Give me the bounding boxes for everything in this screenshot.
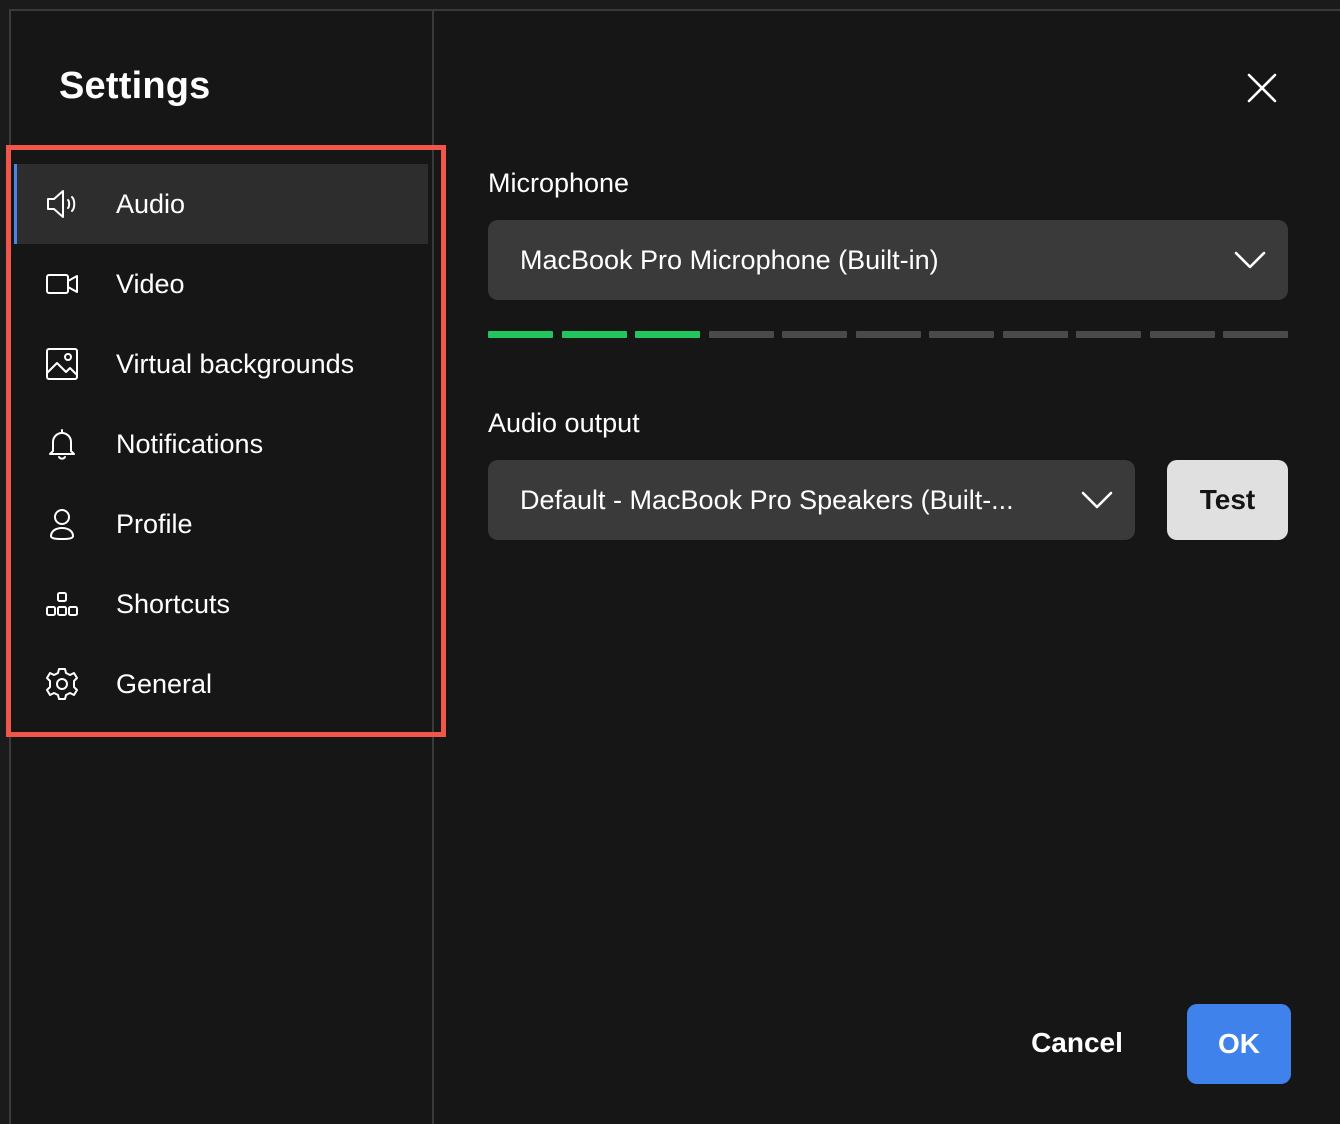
- sidebar-item-shortcuts[interactable]: Shortcuts: [14, 564, 428, 644]
- level-meter-segment: [1149, 331, 1215, 338]
- microphone-level-meter: [488, 331, 1288, 339]
- chevron-down-icon: [1080, 490, 1114, 510]
- level-meter-segment: [929, 331, 994, 338]
- sidebar-item-audio[interactable]: Audio: [14, 164, 428, 244]
- audio-output-label: Audio output: [488, 408, 640, 438]
- sidebar-item-video[interactable]: Video: [14, 244, 428, 324]
- shortcuts-icon: [44, 586, 80, 622]
- speaker-icon: [44, 186, 80, 222]
- gear-icon: [44, 666, 80, 702]
- sidebar-item-label: Audio: [116, 188, 186, 219]
- cancel-button[interactable]: Cancel: [1019, 1011, 1135, 1075]
- level-meter-segment: [1076, 331, 1141, 338]
- ok-button[interactable]: OK: [1187, 1004, 1291, 1084]
- sidebar-item-label: General: [116, 668, 213, 699]
- sidebar-item-profile[interactable]: Profile: [14, 484, 428, 564]
- sidebar-item-general[interactable]: General: [14, 644, 428, 724]
- close-icon: [1247, 73, 1277, 103]
- level-meter-segment: [855, 331, 921, 338]
- settings-sidebar: Settings Audio Video Virtual backgrounds: [6, 11, 446, 1124]
- test-audio-button[interactable]: Test: [1167, 460, 1288, 540]
- sidebar-item-label: Video: [116, 268, 185, 299]
- level-meter-segment: [1002, 331, 1068, 338]
- audio-output-selected-value: Default - MacBook Pro Speakers (Built-..…: [520, 484, 1014, 515]
- dialog-title: Settings: [59, 65, 211, 107]
- microphone-selected-value: MacBook Pro Microphone (Built-in): [520, 244, 939, 275]
- sidebar-item-notifications[interactable]: Notifications: [14, 404, 428, 484]
- level-meter-segment: [561, 331, 627, 338]
- image-icon: [44, 346, 80, 382]
- level-meter-segment: [1223, 331, 1288, 338]
- bell-icon: [44, 426, 80, 462]
- settings-nav: Audio Video Virtual backgrounds Notifica…: [14, 164, 428, 724]
- level-meter-segment: [708, 331, 774, 338]
- sidebar-item-label: Profile: [116, 508, 193, 539]
- sidebar-item-label: Notifications: [116, 428, 264, 459]
- sidebar-item-label: Virtual backgrounds: [116, 348, 355, 379]
- video-camera-icon: [44, 266, 80, 302]
- sidebar-item-virtual-backgrounds[interactable]: Virtual backgrounds: [14, 324, 428, 404]
- settings-dialog: Settings Audio Video Virtual backgrounds: [6, 9, 1340, 1124]
- level-meter-segment: [782, 331, 847, 338]
- level-meter-segment: [488, 331, 553, 338]
- person-icon: [44, 506, 80, 542]
- microphone-label: Microphone: [488, 168, 630, 198]
- close-button[interactable]: [1245, 71, 1279, 105]
- chevron-down-icon: [1233, 250, 1267, 270]
- audio-output-select[interactable]: Default - MacBook Pro Speakers (Built-..…: [488, 460, 1135, 540]
- sidebar-item-label: Shortcuts: [116, 588, 231, 619]
- microphone-select[interactable]: MacBook Pro Microphone (Built-in): [488, 220, 1288, 300]
- level-meter-segment: [635, 331, 700, 338]
